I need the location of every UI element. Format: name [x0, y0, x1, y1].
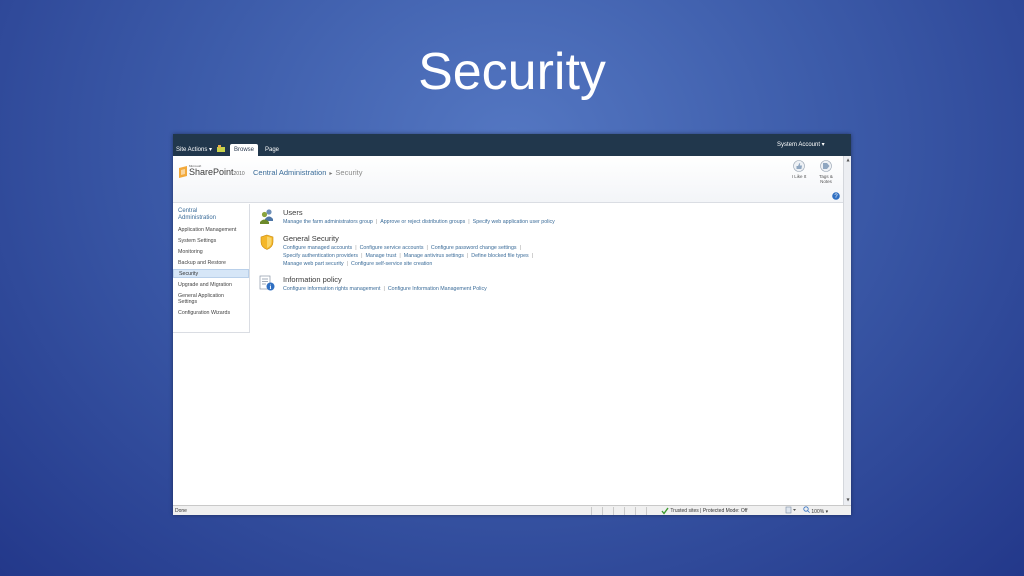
scroll-down-icon[interactable]: ▼	[845, 497, 851, 503]
general-security-links-row-1: Configure managed accounts | Configure ser…	[283, 245, 524, 251]
title-row: Microsoft SharePoint2010 Central Adminis…	[173, 156, 851, 203]
users-links: Manage the farm administrators group | App…	[283, 219, 555, 225]
thumbs-up-icon	[793, 160, 805, 172]
status-cell	[602, 507, 613, 515]
status-cell	[624, 507, 635, 515]
link-manage-antivirus-settings[interactable]: Manage antivirus settings	[404, 253, 464, 259]
tab-browse[interactable]: Browse	[230, 144, 259, 156]
chevron-down-icon: ▾	[825, 509, 829, 515]
nav-header-central-administration[interactable]: Central Administration	[178, 208, 244, 222]
nav-item-security[interactable]: Security	[173, 269, 249, 278]
nav-item-monitoring[interactable]: Monitoring	[173, 249, 249, 255]
nav-item-upgrade-and-migration[interactable]: Upgrade and Migration	[173, 282, 249, 288]
slide-title: Security	[418, 43, 606, 101]
users-icon	[260, 209, 273, 224]
section-title-general-security[interactable]: General Security	[283, 234, 339, 243]
status-cell	[591, 507, 602, 515]
browser-status-bar: Done Trusted sites | Protected Mode: Off…	[173, 505, 851, 515]
link-separator: |	[355, 245, 357, 251]
status-zoom[interactable]: 100% ▾	[803, 506, 828, 515]
i-like-it-label: I Like It	[791, 174, 807, 179]
link-define-blocked-file-types[interactable]: Define blocked file types	[471, 253, 528, 259]
sharepoint-screenshot: Site Actions ▾ Browse Page System Accoun…	[173, 134, 851, 515]
tab-page[interactable]: Page	[261, 144, 283, 156]
status-security-zone[interactable]: Trusted sites | Protected Mode: Off	[661, 506, 747, 515]
page-tools-icon	[785, 506, 796, 514]
nav-item-configuration-wizards[interactable]: Configuration Wizards	[173, 310, 249, 316]
breadcrumb-central-administration[interactable]: Central Administration	[253, 168, 326, 177]
link-configure-managed-accounts[interactable]: Configure managed accounts	[283, 245, 352, 251]
link-manage-web-part-security[interactable]: Manage web part security	[283, 261, 344, 267]
nav-item-application-management[interactable]: Application Management	[173, 227, 249, 233]
link-manage-trust[interactable]: Manage trust	[365, 253, 396, 259]
link-separator: |	[519, 245, 521, 251]
logo-name: SharePoint	[189, 167, 234, 177]
link-configure-self-service-site-creation[interactable]: Configure self-service site creation	[351, 261, 432, 267]
status-cell	[613, 507, 624, 515]
link-manage-farm-administrators[interactable]: Manage the farm administrators group	[283, 219, 373, 225]
shield-icon	[260, 234, 274, 250]
status-done: Done	[175, 508, 187, 514]
scroll-up-icon[interactable]: ▲	[845, 157, 851, 163]
tags-notes-label-2: Notes	[820, 179, 832, 184]
ribbon-bar: Site Actions ▾ Browse Page System Accoun…	[173, 134, 851, 156]
status-cell	[635, 507, 646, 515]
link-configure-service-accounts[interactable]: Configure service accounts	[360, 245, 424, 251]
site-actions-menu[interactable]: Site Actions ▾	[176, 146, 212, 153]
link-approve-reject-distribution-groups[interactable]: Approve or reject distribution groups	[380, 219, 465, 225]
zoom-icon	[803, 506, 810, 513]
nav-header-line-2: Administration	[178, 215, 217, 221]
general-security-links-row-2: Specify authentication providers | Manage …	[283, 253, 536, 259]
nav-header-line-1: Central	[178, 208, 198, 214]
status-zoom-value: 100%	[811, 509, 825, 515]
sharepoint-logo-icon	[179, 166, 187, 178]
system-account-menu[interactable]: System Account ▾	[777, 141, 825, 148]
link-separator: |	[399, 253, 401, 259]
logo-year: 2010	[233, 171, 245, 177]
link-specify-authentication-providers[interactable]: Specify authentication providers	[283, 253, 358, 259]
vertical-scrollbar[interactable]: ▲ ▼	[843, 156, 851, 505]
nav-item-general-application-settings[interactable]: General Application Settings	[173, 293, 249, 305]
check-icon	[661, 507, 669, 515]
sharepoint-logo[interactable]: Microsoft SharePoint2010	[178, 164, 248, 182]
status-cells	[591, 507, 657, 515]
link-configure-password-change-settings[interactable]: Configure password change settings	[431, 245, 517, 251]
nav-item-label-line-2: Settings	[178, 299, 198, 305]
tags-notes-icon	[820, 160, 832, 172]
link-separator: |	[346, 261, 349, 267]
navigate-up-icon[interactable]	[217, 145, 225, 152]
information-policy-links: Configure information rights management |…	[283, 286, 487, 292]
general-security-links-row-3: Manage web part security | Configure self-…	[283, 261, 432, 267]
link-separator: |	[468, 219, 470, 225]
link-configure-information-rights-management[interactable]: Configure information rights management	[283, 286, 380, 292]
i-like-it-button[interactable]: I Like It	[787, 160, 811, 179]
section-title-information-policy[interactable]: Information policy	[283, 275, 342, 284]
nav-item-system-settings[interactable]: System Settings	[173, 238, 249, 244]
breadcrumb-current: Security	[335, 168, 363, 177]
status-cell	[646, 507, 657, 515]
status-trusted-text: Trusted sites | Protected Mode: Off	[670, 508, 748, 514]
tags-notes-button[interactable]: Tags & Notes	[814, 160, 838, 184]
link-specify-web-application-user-policy[interactable]: Specify web application user policy	[473, 219, 555, 225]
logo-text: SharePoint2010	[189, 167, 245, 177]
link-separator: |	[426, 245, 428, 251]
link-configure-information-management-policy[interactable]: Configure Information Management Policy	[388, 286, 487, 292]
link-separator: |	[383, 286, 385, 292]
link-separator: |	[531, 253, 534, 259]
nav-item-backup-and-restore[interactable]: Backup and Restore	[173, 260, 249, 266]
information-policy-icon: i	[259, 275, 275, 291]
quick-launch: Central Administration Application Manag…	[173, 204, 250, 333]
breadcrumb: Central Administration ▸ Security	[253, 168, 362, 177]
status-tools[interactable]	[785, 506, 797, 515]
help-icon[interactable]: ?	[832, 192, 840, 200]
section-title-users[interactable]: Users	[283, 208, 303, 217]
